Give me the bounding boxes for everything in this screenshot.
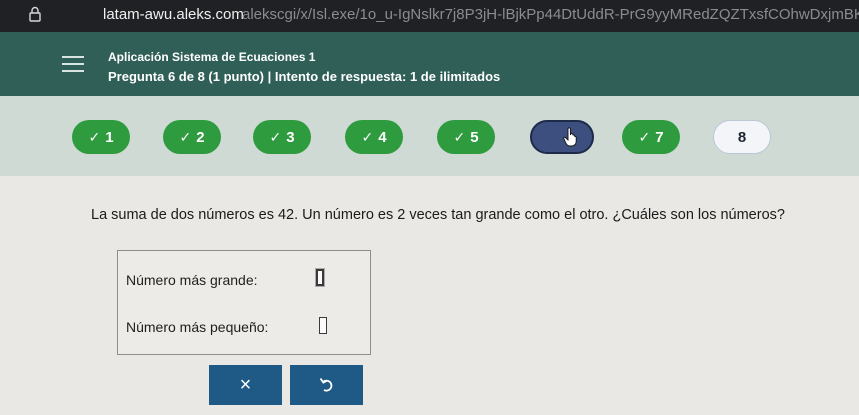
lock-icon [29, 6, 41, 22]
question-button-1[interactable]: ✓ 1 [72, 120, 130, 154]
check-icon: ✓ [638, 128, 651, 145]
question-button-5[interactable]: ✓ 5 [437, 120, 495, 154]
browser-url-bar[interactable]: latam-awu.aleks.com alekscgi/x/Isl.exe/1… [0, 0, 859, 32]
question-number: 8 [737, 128, 747, 146]
question-number: 4 [378, 128, 387, 146]
larger-number-label: Número más grande: [126, 272, 258, 288]
check-icon: ✓ [453, 128, 466, 145]
question-button-8[interactable]: 8 [713, 120, 771, 154]
clear-button[interactable]: × [209, 365, 282, 405]
url-host: latam-awu.aleks.com [103, 6, 244, 23]
question-button-7[interactable]: ✓ 7 [622, 120, 680, 154]
problem-text: La suma de dos números es 42. Un número … [91, 207, 785, 223]
check-icon: ✓ [88, 128, 101, 145]
question-number: 1 [105, 128, 114, 146]
question-progress: Pregunta 6 de 8 (1 punto) | Intento de r… [108, 69, 501, 84]
question-button-4[interactable]: ✓ 4 [345, 120, 403, 154]
url-path: alekscgi/x/Isl.exe/1o_u-IgNslkr7j8P3jH-l… [242, 6, 859, 23]
answer-box: Número más grande: Número más pequeño: [117, 250, 371, 355]
question-number: 2 [196, 128, 205, 146]
smaller-number-input[interactable] [319, 317, 327, 334]
question-number: 7 [655, 128, 664, 146]
menu-icon[interactable] [62, 56, 84, 74]
check-icon: ✓ [179, 128, 192, 145]
undo-button[interactable] [290, 365, 363, 405]
question-button-3[interactable]: ✓ 3 [253, 120, 311, 154]
question-number: 3 [286, 128, 295, 146]
check-icon: ✓ [361, 128, 374, 145]
question-button-6-current[interactable] [530, 120, 594, 154]
smaller-number-label: Número más pequeño: [126, 319, 269, 335]
undo-icon [319, 377, 332, 392]
assignment-title: Aplicación Sistema de Ecuaciones 1 [108, 50, 316, 64]
close-icon: × [239, 373, 252, 396]
larger-number-input[interactable] [316, 269, 324, 286]
check-icon: ✓ [269, 128, 282, 145]
question-button-2[interactable]: ✓ 2 [163, 120, 221, 154]
hand-cursor-icon [563, 127, 577, 147]
page-header [0, 32, 859, 96]
question-number: 5 [470, 128, 479, 146]
